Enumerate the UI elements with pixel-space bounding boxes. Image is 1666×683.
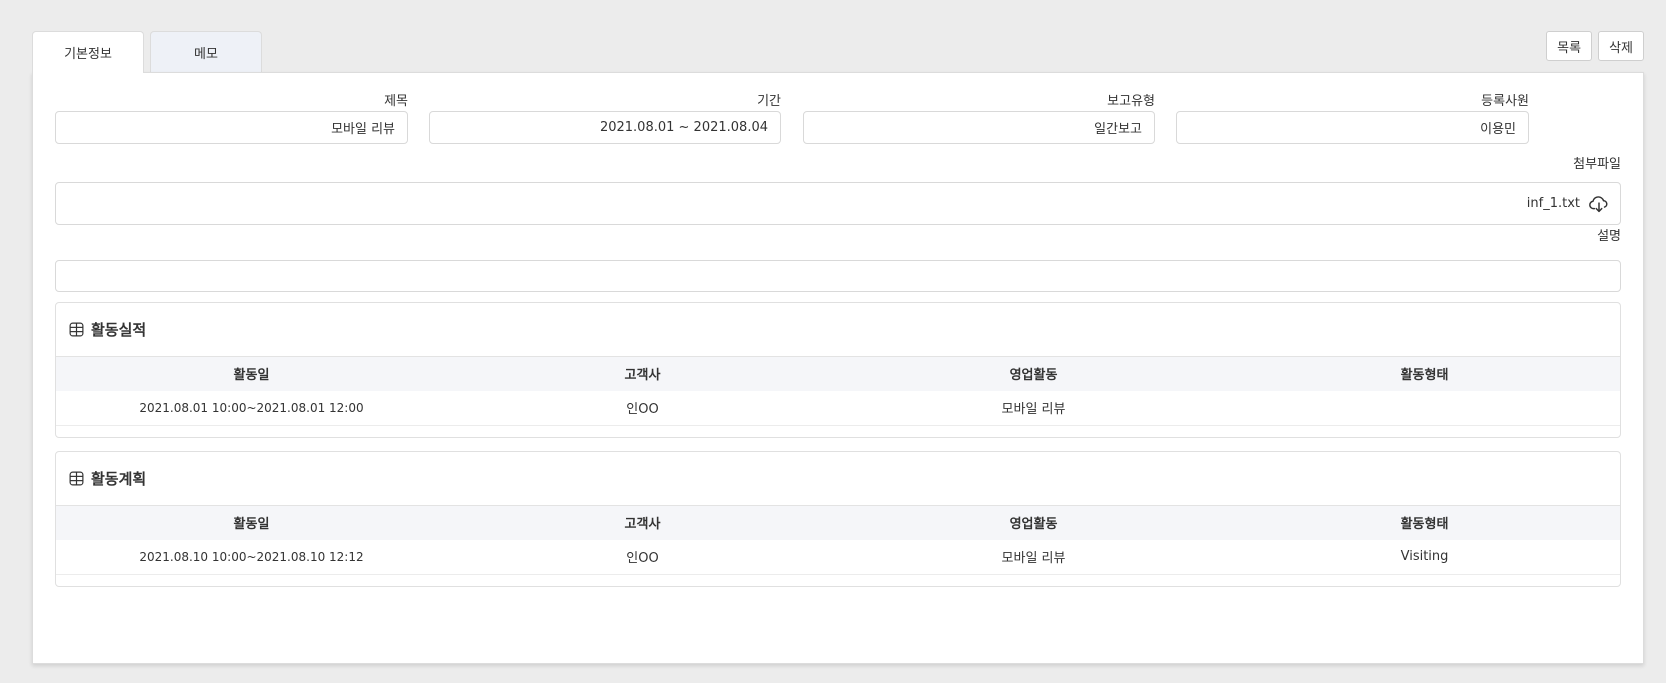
database-icon (68, 321, 85, 338)
description-field[interactable] (55, 260, 1621, 292)
table-row[interactable]: 2021.08.10 10:00~2021.08.10 12:12 인OO 모바… (56, 539, 1620, 575)
table-footer (56, 575, 1620, 586)
attachment-field: inf_1.txt (55, 182, 1621, 225)
table-row[interactable]: 2021.08.01 10:00~2021.08.01 12:00 인OO 모바… (56, 390, 1620, 426)
attachment-file-name[interactable]: inf_1.txt (1527, 196, 1580, 211)
detail-panel: 제목 기간 보고유형 등록사원 모바일 리뷰 2021.08.01 ~ 2021… (32, 72, 1644, 664)
cell-activity-type (1229, 390, 1620, 426)
tab-basic-info[interactable]: 기본정보 (32, 31, 144, 73)
cell-customer: 인OO (447, 390, 838, 426)
table-header-row: 활동일 고객사 영업활동 활동형태 (56, 505, 1620, 540)
description-label: 설명 (1597, 229, 1621, 244)
attachment-label: 첨부파일 (1573, 157, 1621, 172)
database-icon (68, 470, 85, 487)
column-header[interactable]: 고객사 (447, 356, 838, 391)
column-header[interactable]: 활동형태 (1229, 505, 1620, 540)
activity-plans-header: 활동계획 (56, 452, 1620, 505)
activity-plans-table: 활동일 고객사 영업활동 활동형태 2021.08.10 10:00~2021.… (56, 505, 1620, 575)
cell-activity-date: 2021.08.10 10:00~2021.08.10 12:12 (56, 539, 447, 575)
column-header[interactable]: 영업활동 (838, 505, 1229, 540)
title-label: 제목 (384, 94, 408, 109)
title-field[interactable]: 모바일 리뷰 (55, 111, 408, 144)
top-actions: 목록 삭제 (1546, 31, 1644, 61)
activity-plans-title: 활동계획 (91, 470, 147, 488)
activity-results-title: 활동실적 (91, 321, 147, 339)
column-header[interactable]: 고객사 (447, 505, 838, 540)
cell-customer: 인OO (447, 539, 838, 575)
column-header[interactable]: 영업활동 (838, 356, 1229, 391)
report-type-label: 보고유형 (1107, 94, 1155, 109)
column-header[interactable]: 활동일 (56, 505, 447, 540)
report-type-field[interactable]: 일간보고 (803, 111, 1155, 144)
period-label: 기간 (757, 94, 781, 109)
column-header[interactable]: 활동일 (56, 356, 447, 391)
table-footer (56, 426, 1620, 437)
cell-sales-activity: 모바일 리뷰 (838, 539, 1229, 575)
activity-results-header: 활동실적 (56, 303, 1620, 356)
period-field[interactable]: 2021.08.01 ~ 2021.08.04 (429, 111, 781, 144)
registrant-label: 등록사원 (1481, 94, 1529, 109)
registrant-field[interactable]: 이용민 (1176, 111, 1529, 144)
table-header-row: 활동일 고객사 영업활동 활동형태 (56, 356, 1620, 391)
page: 기본정보 메모 목록 삭제 제목 기간 보고유형 등록사원 모바일 리뷰 202… (0, 0, 1666, 683)
activity-results-section: 활동실적 활동일 고객사 영업활동 활동형태 2021.08.01 10:00~… (55, 302, 1621, 438)
tab-memo[interactable]: 메모 (150, 31, 262, 72)
activity-results-table: 활동일 고객사 영업활동 활동형태 2021.08.01 10:00~2021.… (56, 356, 1620, 426)
column-header[interactable]: 활동형태 (1229, 356, 1620, 391)
delete-button[interactable]: 삭제 (1598, 31, 1644, 61)
cell-activity-date: 2021.08.01 10:00~2021.08.01 12:00 (56, 390, 447, 426)
cloud-download-icon[interactable] (1588, 193, 1610, 215)
activity-plans-section: 활동계획 활동일 고객사 영업활동 활동형태 2021.08.10 10:00~… (55, 451, 1621, 587)
cell-sales-activity: 모바일 리뷰 (838, 390, 1229, 426)
list-button[interactable]: 목록 (1546, 31, 1593, 61)
tab-bar: 기본정보 메모 (32, 31, 262, 73)
cell-activity-type: Visiting (1229, 539, 1620, 575)
